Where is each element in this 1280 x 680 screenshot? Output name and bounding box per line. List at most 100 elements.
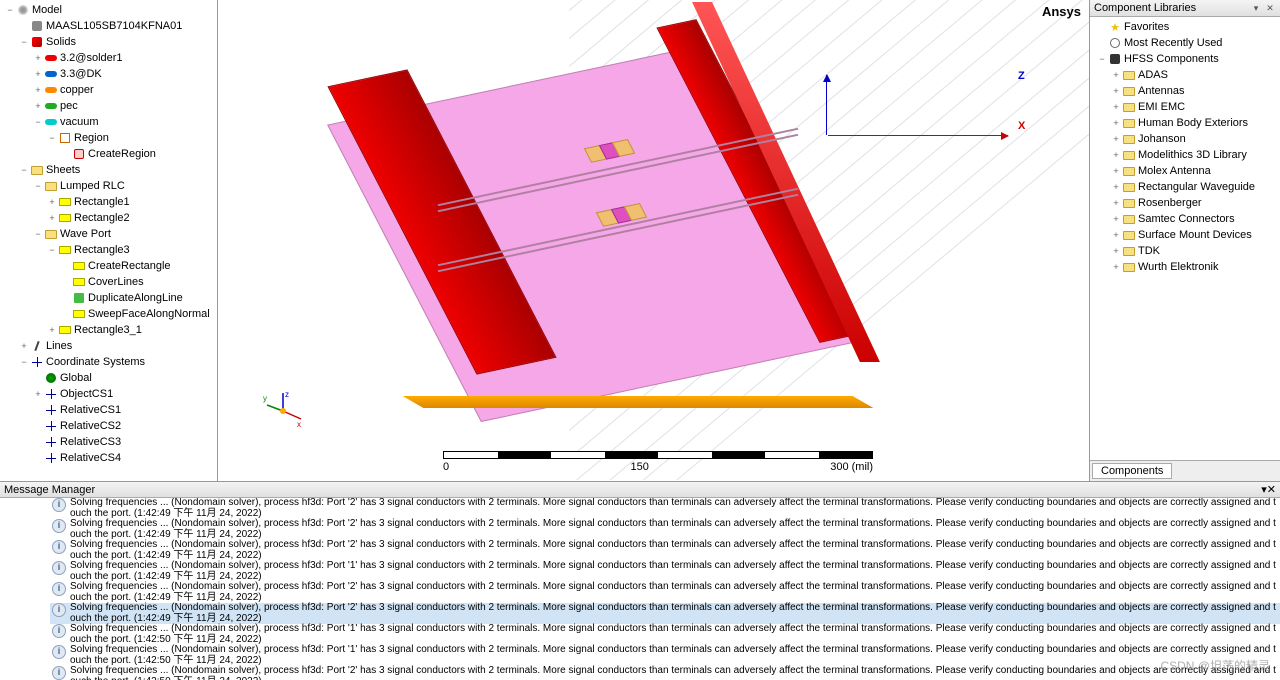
components-tab[interactable]: Components xyxy=(1092,463,1172,479)
expand-toggle-icon[interactable]: + xyxy=(1110,197,1122,209)
tree-item[interactable]: RelativeCS1 xyxy=(0,402,217,418)
tree-item[interactable]: −Lumped RLC xyxy=(0,178,217,194)
tree-item[interactable]: DuplicateAlongLine xyxy=(0,290,217,306)
orientation-triad[interactable]: x y z xyxy=(263,391,303,431)
expand-toggle-icon[interactable]: + xyxy=(32,100,44,112)
library-item[interactable]: Most Recently Used xyxy=(1090,35,1280,51)
tree-item[interactable]: −Coordinate Systems xyxy=(0,354,217,370)
message-row[interactable]: iSolving frequencies ... (Nondomain solv… xyxy=(50,498,1280,519)
tree-item[interactable]: +ObjectCS1 xyxy=(0,386,217,402)
expand-toggle-icon[interactable]: + xyxy=(1110,165,1122,177)
expand-toggle-icon[interactable]: − xyxy=(46,132,58,144)
tree-item[interactable]: SweepFaceAlongNormal xyxy=(0,306,217,322)
message-row[interactable]: iSolving frequencies ... (Nondomain solv… xyxy=(50,561,1280,582)
expand-toggle-icon[interactable]: + xyxy=(46,324,58,336)
expand-toggle-icon[interactable]: + xyxy=(1110,229,1122,241)
expand-toggle-icon[interactable]: + xyxy=(1110,149,1122,161)
close-icon[interactable]: ✕ xyxy=(1267,483,1276,496)
expand-toggle-icon[interactable]: + xyxy=(1110,213,1122,225)
expand-toggle-icon[interactable]: + xyxy=(1110,181,1122,193)
expand-toggle-icon[interactable]: + xyxy=(32,52,44,64)
expand-toggle-icon[interactable]: + xyxy=(1110,133,1122,145)
tree-item[interactable]: +Lines xyxy=(0,338,217,354)
library-item[interactable]: +Samtec Connectors xyxy=(1090,211,1280,227)
tree-item-label: Rectangle2 xyxy=(74,212,130,224)
message-row[interactable]: iSolving frequencies ... (Nondomain solv… xyxy=(50,624,1280,645)
message-row[interactable]: iSolving frequencies ... (Nondomain solv… xyxy=(50,603,1280,624)
tree-item[interactable]: +Rectangle1 xyxy=(0,194,217,210)
library-item[interactable]: +Antennas xyxy=(1090,83,1280,99)
library-item[interactable]: +TDK xyxy=(1090,243,1280,259)
library-item[interactable]: +Molex Antenna xyxy=(1090,163,1280,179)
expand-toggle-icon[interactable]: − xyxy=(18,356,30,368)
tree-item[interactable]: +3.2@solder1 xyxy=(0,50,217,66)
tree-item[interactable]: MAASL105SB7104KFNA01 xyxy=(0,18,217,34)
library-item[interactable]: −HFSS Components xyxy=(1090,51,1280,67)
tree-item[interactable]: CreateRegion xyxy=(0,146,217,162)
expand-toggle-icon[interactable]: − xyxy=(1096,53,1108,65)
tree-item[interactable]: +pec xyxy=(0,98,217,114)
library-item[interactable]: +Modelithics 3D Library xyxy=(1090,147,1280,163)
expand-toggle-icon[interactable]: + xyxy=(1110,261,1122,273)
expand-toggle-icon[interactable]: − xyxy=(18,36,30,48)
library-item[interactable]: ★Favorites xyxy=(1090,19,1280,35)
expand-toggle-icon[interactable]: − xyxy=(32,116,44,128)
expand-toggle-icon[interactable]: + xyxy=(18,340,30,352)
tree-item[interactable]: Global xyxy=(0,370,217,386)
expand-toggle-icon[interactable]: + xyxy=(1110,69,1122,81)
tree-item[interactable]: CoverLines xyxy=(0,274,217,290)
expand-toggle-icon[interactable]: + xyxy=(32,388,44,400)
expand-toggle-icon xyxy=(32,452,44,464)
tree-item[interactable]: CreateRectangle xyxy=(0,258,217,274)
message-row[interactable]: iSolving frequencies ... (Nondomain solv… xyxy=(50,519,1280,540)
library-item[interactable]: +Surface Mount Devices xyxy=(1090,227,1280,243)
close-icon[interactable]: ✕ xyxy=(1264,2,1276,14)
message-row[interactable]: iSolving frequencies ... (Nondomain solv… xyxy=(50,666,1280,680)
expand-toggle-icon[interactable]: + xyxy=(46,212,58,224)
library-item[interactable]: +Johanson xyxy=(1090,131,1280,147)
expand-toggle-icon[interactable]: + xyxy=(1110,245,1122,257)
library-item[interactable]: +EMI EMC xyxy=(1090,99,1280,115)
library-panel-title[interactable]: Component Libraries ▾ ✕ xyxy=(1090,0,1280,17)
tree-item[interactable]: RelativeCS4 xyxy=(0,450,217,466)
expand-toggle-icon[interactable]: − xyxy=(18,164,30,176)
tree-item[interactable]: +copper xyxy=(0,82,217,98)
message-row[interactable]: iSolving frequencies ... (Nondomain solv… xyxy=(50,582,1280,603)
expand-toggle-icon[interactable]: + xyxy=(32,68,44,80)
expand-toggle-icon[interactable]: − xyxy=(46,244,58,256)
message-panel-title[interactable]: Message Manager ▾ ✕ xyxy=(0,482,1280,498)
expand-toggle-icon[interactable]: + xyxy=(1110,101,1122,113)
message-row[interactable]: iSolving frequencies ... (Nondomain solv… xyxy=(50,645,1280,666)
3d-viewport[interactable]: Ansys X Z x y z xyxy=(218,0,1090,481)
expand-toggle-icon[interactable]: + xyxy=(1110,85,1122,97)
message-list[interactable]: iSolving frequencies ... (Nondomain solv… xyxy=(0,498,1280,680)
tree-item[interactable]: + Rectangle2 xyxy=(0,210,217,226)
expand-toggle-icon[interactable]: − xyxy=(32,180,44,192)
tree-item[interactable]: RelativeCS3 xyxy=(0,434,217,450)
tree-item[interactable]: +Rectangle3_1 xyxy=(0,322,217,338)
expand-toggle-icon[interactable]: − xyxy=(32,228,44,240)
model-tree-panel[interactable]: −ModelMAASL105SB7104KFNA01−Solids+3.2@so… xyxy=(0,0,218,481)
tree-item[interactable]: −Region xyxy=(0,130,217,146)
expand-toggle-icon[interactable]: − xyxy=(4,4,16,16)
tree-item[interactable]: +3.3@DK xyxy=(0,66,217,82)
tree-item[interactable]: −Rectangle3 xyxy=(0,242,217,258)
library-tree[interactable]: ★FavoritesMost Recently Used−HFSS Compon… xyxy=(1090,17,1280,460)
expand-toggle-icon[interactable]: + xyxy=(1110,117,1122,129)
library-item[interactable]: +Wurth Elektronik xyxy=(1090,259,1280,275)
expand-toggle-icon[interactable]: + xyxy=(32,84,44,96)
libfolder-icon xyxy=(1122,228,1136,242)
pin-icon[interactable]: ▾ xyxy=(1250,2,1262,14)
library-item[interactable]: +Rectangular Waveguide xyxy=(1090,179,1280,195)
expand-toggle-icon[interactable]: + xyxy=(46,196,58,208)
library-item[interactable]: +Human Body Exteriors xyxy=(1090,115,1280,131)
library-item[interactable]: +Rosenberger xyxy=(1090,195,1280,211)
tree-item[interactable]: −Solids xyxy=(0,34,217,50)
message-row[interactable]: iSolving frequencies ... (Nondomain solv… xyxy=(50,540,1280,561)
tree-item[interactable]: −Wave Port xyxy=(0,226,217,242)
tree-item[interactable]: −Model xyxy=(0,2,217,18)
tree-item[interactable]: −vacuum xyxy=(0,114,217,130)
tree-item[interactable]: RelativeCS2 xyxy=(0,418,217,434)
tree-item[interactable]: −Sheets xyxy=(0,162,217,178)
library-item[interactable]: +ADAS xyxy=(1090,67,1280,83)
